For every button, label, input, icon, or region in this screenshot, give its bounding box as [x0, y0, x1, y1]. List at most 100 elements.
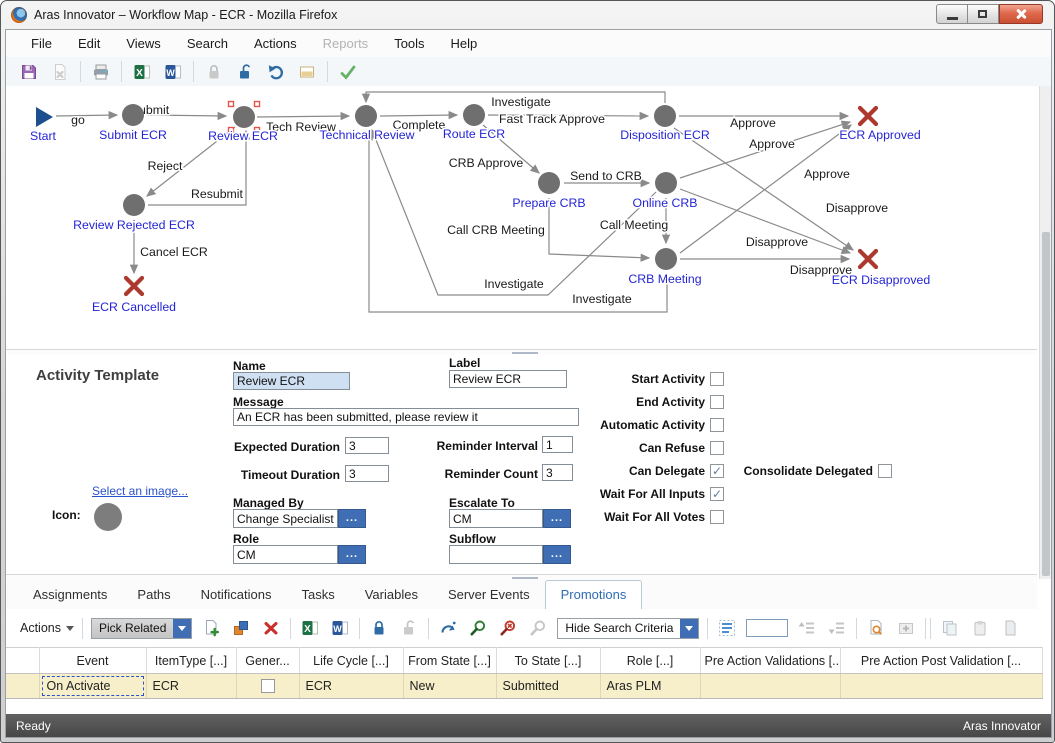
generated-cell[interactable]: [236, 673, 300, 699]
col-pre-action-validations[interactable]: Pre Action Validations [...]: [700, 647, 841, 674]
dropdown-button[interactable]: [173, 618, 192, 638]
message-label: Message: [233, 395, 284, 409]
pick-related-dropdown[interactable]: Pick Related: [91, 617, 193, 639]
role-input[interactable]: [233, 545, 338, 564]
event-cell[interactable]: On Activate: [39, 673, 147, 699]
tab-assignments[interactable]: Assignments: [18, 581, 122, 609]
end-activity-checkbox[interactable]: [710, 395, 724, 409]
view-document-icon[interactable]: [865, 617, 887, 639]
selected-cell[interactable]: On Activate: [41, 676, 144, 696]
unlock-icon[interactable]: [234, 61, 256, 83]
tab-tasks[interactable]: Tasks: [286, 581, 349, 609]
move-down-icon: [826, 617, 848, 639]
svg-text:Investigate: Investigate: [491, 95, 551, 109]
escalate-to-input[interactable]: [449, 509, 543, 528]
svg-text:Disapprove: Disapprove: [826, 201, 888, 215]
tab-variables[interactable]: Variables: [350, 581, 433, 609]
export-excel-icon[interactable]: X: [131, 61, 153, 83]
clear-search-icon[interactable]: [497, 617, 519, 639]
col-event[interactable]: Event: [39, 647, 147, 674]
undo-icon[interactable]: [265, 61, 287, 83]
new-item-icon[interactable]: [200, 617, 222, 639]
col-itemtype[interactable]: ItemType [...]: [146, 647, 237, 674]
message-input[interactable]: [233, 408, 579, 426]
title-bar[interactable]: Aras Innovator – Workflow Map - ECR - Mo…: [1, 1, 1054, 29]
actions-dropdown[interactable]: Actions: [20, 621, 74, 635]
run-search-icon[interactable]: [467, 617, 489, 639]
tab-promotions[interactable]: Promotions: [544, 580, 643, 609]
menu-actions[interactable]: Actions: [243, 32, 308, 55]
itemtype-cell[interactable]: ECR: [146, 673, 237, 699]
close-button[interactable]: [999, 4, 1043, 24]
menu-help[interactable]: Help: [440, 32, 489, 55]
timeout-duration-input[interactable]: [345, 465, 389, 482]
subflow-picker-button[interactable]: ...: [543, 545, 571, 564]
automatic-activity-checkbox[interactable]: [710, 418, 724, 432]
name-input[interactable]: [233, 372, 350, 390]
to-state-cell[interactable]: Submitted: [496, 673, 601, 699]
workflow-nodes[interactable]: Start Submit ECR Review ECR Technical Revie…: [29, 100, 932, 316]
managed-by-input[interactable]: [233, 509, 338, 528]
lock-icon: [203, 61, 225, 83]
delete-row-icon[interactable]: [260, 617, 282, 639]
vertical-scrollbar[interactable]: [1039, 86, 1051, 579]
properties-icon[interactable]: [296, 61, 318, 83]
wait-for-all-inputs-checkbox[interactable]: ✓: [710, 487, 724, 501]
menu-views[interactable]: Views: [115, 32, 171, 55]
tab-server-events[interactable]: Server Events: [433, 581, 545, 609]
col-pre-action-post-validation[interactable]: Pre Action Post Validation [...: [840, 647, 1043, 674]
copy-icon: [939, 617, 961, 639]
workflow-canvas[interactable]: go Submit Tech Review Reject Resubmit Cancel …: [6, 86, 1039, 349]
pre-action-post-validation-cell[interactable]: [840, 673, 1043, 699]
from-state-cell[interactable]: New: [403, 673, 497, 699]
tab-notifications[interactable]: Notifications: [186, 581, 287, 609]
row-selector-cell[interactable]: [6, 673, 40, 699]
print-icon[interactable]: [90, 61, 112, 83]
col-to-state[interactable]: To State [...]: [496, 647, 601, 674]
page-size-input[interactable]: [746, 619, 789, 637]
export-word-icon[interactable]: W: [162, 61, 184, 83]
table-row[interactable]: On Activate ECR ECR New Submitted Aras P…: [6, 673, 1043, 699]
role-cell[interactable]: Aras PLM: [600, 673, 701, 699]
activity-icon-preview[interactable]: [94, 503, 122, 531]
tab-paths[interactable]: Paths: [122, 581, 185, 609]
menu-edit[interactable]: Edit: [67, 32, 111, 55]
col-life-cycle[interactable]: Life Cycle [...]: [299, 647, 404, 674]
menu-tools[interactable]: Tools: [383, 32, 435, 55]
svg-text:Approve: Approve: [749, 137, 795, 151]
wait-for-all-votes-checkbox[interactable]: [710, 510, 724, 524]
can-refuse-checkbox[interactable]: [710, 441, 724, 455]
menu-file[interactable]: File: [20, 32, 63, 55]
toolbar-separator: [327, 61, 328, 82]
scrollbar-thumb[interactable]: [1041, 232, 1050, 576]
consolidate-delegated-checkbox[interactable]: [878, 464, 892, 478]
unlock-icon: [398, 617, 420, 639]
lock-icon[interactable]: [368, 617, 390, 639]
pre-action-validations-cell[interactable]: [700, 673, 841, 699]
minimize-button[interactable]: [936, 4, 968, 24]
export-word-icon[interactable]: W: [329, 617, 351, 639]
apply-icon[interactable]: [337, 61, 359, 83]
managed-by-picker-button[interactable]: ...: [338, 509, 366, 528]
claim-icon[interactable]: [437, 617, 459, 639]
menu-search[interactable]: Search: [176, 32, 239, 55]
subflow-input[interactable]: [449, 545, 543, 564]
select-image-link[interactable]: Select an image...: [92, 484, 188, 498]
life-cycle-cell[interactable]: ECR: [299, 673, 404, 699]
expected-duration-input[interactable]: [345, 437, 389, 454]
hide-search-criteria-dropdown[interactable]: Hide Search Criteria: [557, 617, 700, 639]
save-icon[interactable]: [18, 61, 40, 83]
dropdown-button[interactable]: [680, 618, 699, 638]
toolbar-separator: [82, 617, 83, 639]
select-all-rows-icon[interactable]: [716, 617, 738, 639]
export-excel-icon[interactable]: X: [299, 617, 321, 639]
col-role[interactable]: Role [...]: [600, 647, 701, 674]
col-from-state[interactable]: From State [...]: [403, 647, 497, 674]
role-picker-button[interactable]: ...: [338, 545, 366, 564]
add-related-icon[interactable]: [230, 617, 252, 639]
svg-text:go: go: [71, 113, 85, 127]
col-generated[interactable]: Gener...: [236, 647, 300, 674]
start-activity-checkbox[interactable]: [710, 372, 724, 386]
maximize-button[interactable]: [968, 4, 999, 24]
generated-checkbox[interactable]: [260, 679, 275, 694]
